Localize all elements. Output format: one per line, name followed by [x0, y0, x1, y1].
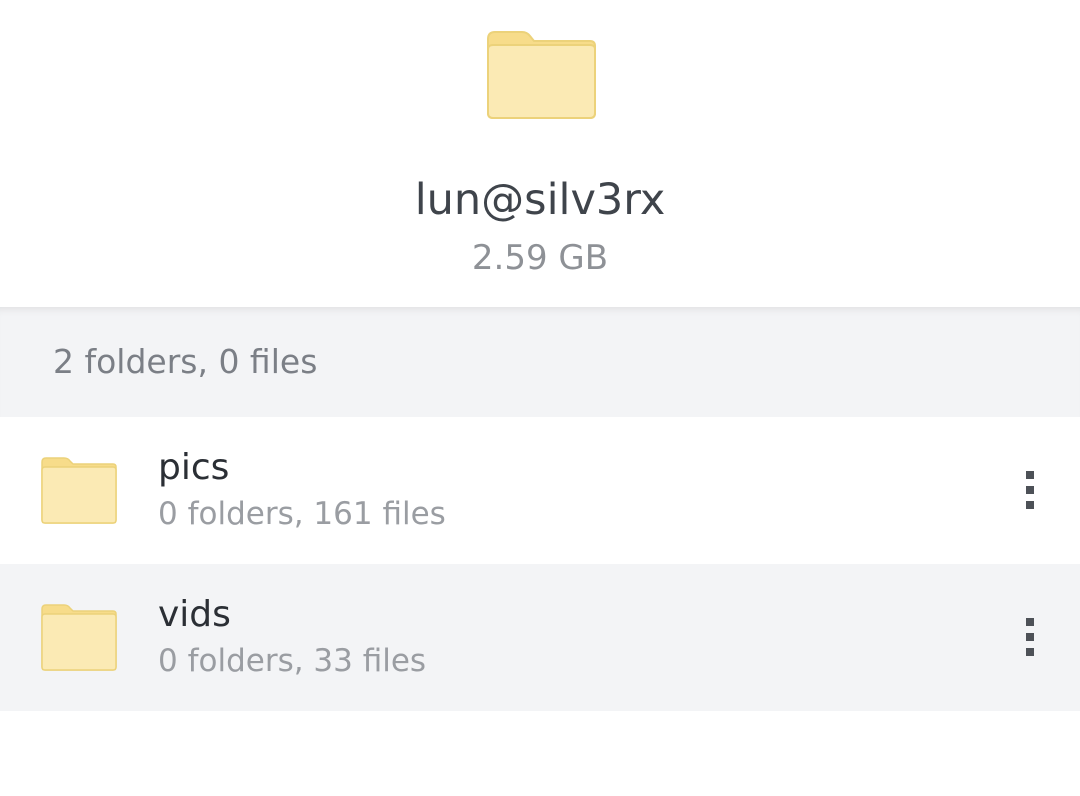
folder-meta: 0 folders, 33 files	[158, 643, 427, 679]
header: lun@silv3rx 2.59 GB	[0, 0, 1080, 307]
menu-dot	[1026, 618, 1034, 626]
folder-row-pics[interactable]: pics 0 folders, 161 files	[0, 417, 1080, 564]
summary-text: 2 folders, 0 files	[53, 342, 318, 381]
menu-dot	[1026, 633, 1034, 641]
folder-name: vids	[158, 594, 231, 635]
folder-row-vids[interactable]: vids 0 folders, 33 files	[0, 564, 1080, 711]
page-title: lun@silv3rx	[414, 175, 666, 225]
menu-dot	[1026, 486, 1034, 494]
folder-icon	[487, 31, 596, 119]
more-vertical-icon[interactable]	[1010, 465, 1050, 515]
folder-icon	[41, 457, 117, 524]
menu-dot	[1026, 471, 1034, 479]
menu-dot	[1026, 648, 1034, 656]
menu-dot	[1026, 501, 1034, 509]
folder-icon	[41, 604, 117, 671]
storage-size: 2.59 GB	[471, 238, 609, 278]
more-vertical-icon[interactable]	[1010, 612, 1050, 662]
summary-bar: 2 folders, 0 files	[0, 307, 1080, 417]
folder-name: pics	[158, 447, 230, 488]
folder-meta: 0 folders, 161 files	[158, 496, 446, 532]
